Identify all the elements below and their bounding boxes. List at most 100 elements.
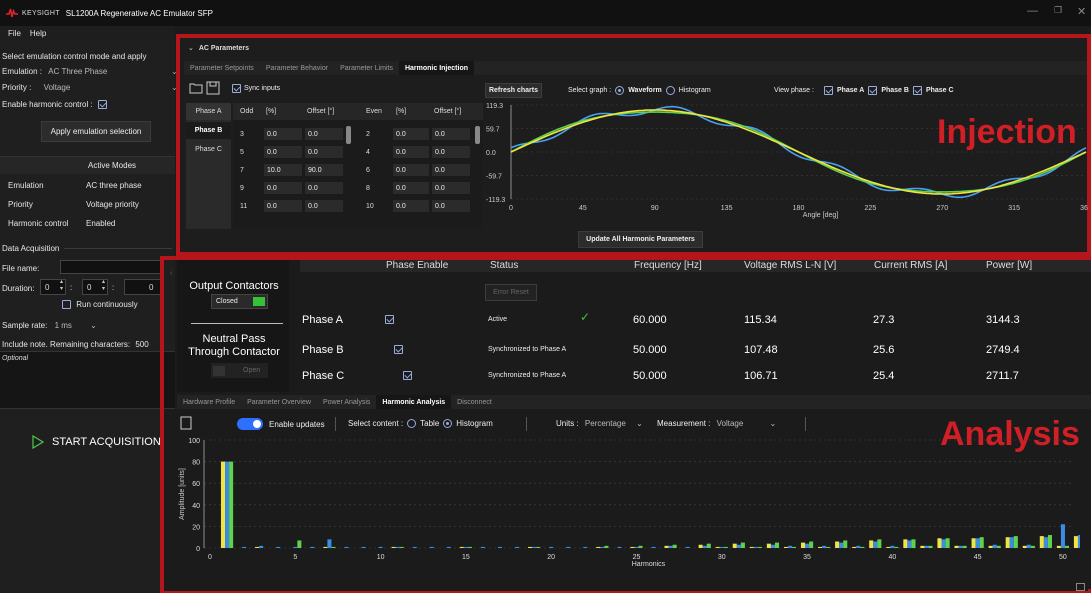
phase-a-bar — [1073, 536, 1078, 548]
select-graph-row: Select graph : Waveform Histogram — [568, 86, 711, 95]
save-icon[interactable] — [206, 81, 220, 95]
phase-c-bar — [826, 546, 831, 548]
phase-c-bar — [877, 539, 882, 548]
phase-b-checkbox[interactable] — [868, 86, 878, 95]
even-pct-input[interactable]: 0.0 — [393, 146, 429, 158]
phase-b-bar — [327, 539, 332, 548]
even-harmonic-order: 10 — [366, 202, 374, 210]
stepper-icon[interactable]: ▴ ▾ — [60, 279, 63, 293]
stepper-icon[interactable]: ▴ ▾ — [102, 279, 105, 293]
refresh-charts-button[interactable]: Refresh charts — [485, 83, 542, 98]
phase-a-bar — [852, 546, 857, 548]
tab-hardware-profile[interactable]: Hardware Profile — [177, 395, 241, 409]
phase-tab-c[interactable]: Phase C — [186, 141, 231, 158]
duration-label: Duration: — [2, 284, 35, 293]
phase-c-bar — [792, 546, 797, 548]
file-name-input[interactable] — [60, 260, 161, 274]
save-icon[interactable] — [180, 416, 192, 430]
tab-parameter-overview[interactable]: Parameter Overview — [241, 395, 317, 409]
phase-c-bar — [331, 546, 336, 548]
tab-parameter-limits[interactable]: Parameter Limits — [334, 61, 399, 75]
phase-a-bar — [528, 546, 533, 548]
close-icon[interactable]: ✕ — [1077, 5, 1086, 18]
sync-inputs-checkbox[interactable] — [232, 84, 241, 93]
x-tick-label: 90 — [651, 205, 659, 212]
chevron-down-icon[interactable]: ⌄ — [770, 419, 777, 428]
even-pct-input[interactable]: 0.0 — [393, 164, 429, 176]
folder-icon[interactable] — [189, 81, 203, 95]
phase-tab-b[interactable]: Phase B — [186, 122, 231, 139]
tab-power-analysis[interactable]: Power Analysis — [317, 395, 376, 409]
odd-offset-input[interactable]: 0.0 — [305, 200, 343, 212]
histogram-radio[interactable] — [443, 419, 453, 428]
sample-rate-row: Sample rate: 1 ms ⌄ — [2, 321, 97, 330]
even-offset-input[interactable]: 0.0 — [432, 164, 470, 176]
menu-file[interactable]: File — [8, 29, 21, 38]
tab-harmonic-injection[interactable]: Harmonic Injection — [398, 61, 474, 75]
duration-seconds-input[interactable]: 0 — [124, 279, 162, 295]
table-radio[interactable] — [407, 419, 417, 428]
odd-offset-input[interactable]: 90.0 — [305, 164, 343, 176]
phase-a-bar — [869, 540, 874, 548]
emulation-select[interactable]: AC Three Phase — [48, 67, 107, 76]
sample-rate-select[interactable]: 1 ms — [55, 321, 72, 330]
even-pct-input[interactable]: 0.0 — [393, 182, 429, 194]
even-offset-input[interactable]: 0.0 — [432, 200, 470, 212]
priority-select[interactable]: Voltage — [44, 83, 71, 92]
phase-b-bar — [1043, 537, 1048, 548]
chevron-down-icon[interactable]: ⌄ — [90, 321, 97, 330]
tab-disconnect[interactable]: Disconnect — [451, 395, 498, 409]
apply-emulation-button[interactable]: Apply emulation selection — [41, 121, 151, 142]
even-pct-input[interactable]: 0.0 — [393, 200, 429, 212]
phase-c-label: Phase C — [925, 87, 954, 94]
odd-header: Odd — [240, 108, 254, 115]
phase-tab-a[interactable]: Phase A — [186, 103, 231, 120]
odd-pct-input[interactable]: 0.0 — [264, 128, 302, 140]
tab-parameter-behavior[interactable]: Parameter Behavior — [260, 61, 334, 75]
odd-pct-input[interactable]: 0.0 — [264, 182, 302, 194]
resize-grip-icon[interactable] — [1076, 583, 1085, 591]
run-continuously-checkbox[interactable] — [62, 300, 71, 310]
chevron-down-icon[interactable]: ⌄ — [636, 419, 643, 428]
phase-c-checkbox[interactable] — [912, 86, 922, 95]
select-graph-label: Select graph : — [568, 87, 612, 94]
even-offset-input[interactable]: 0.0 — [432, 128, 470, 140]
maximize-icon[interactable]: ❐ — [1054, 5, 1062, 16]
odd-pct-input[interactable]: 0.0 — [264, 146, 302, 158]
minimize-icon[interactable]: — — [1027, 5, 1038, 17]
ac-params-section[interactable]: ⌄ AC Parameters — [188, 44, 249, 52]
y-tick-label: 0 — [196, 546, 200, 553]
phase-a-bar — [1039, 536, 1044, 548]
phase-b-bar — [259, 545, 264, 548]
odd-offset-input[interactable]: 0.0 — [305, 146, 343, 158]
mode-value: Enabled — [86, 219, 116, 228]
phase-b-bar — [344, 546, 349, 548]
start-acquisition-button[interactable]: START ACQUISITION — [32, 435, 161, 449]
note-textarea[interactable]: Optional — [0, 351, 175, 409]
units-select[interactable]: Percentage — [585, 419, 626, 428]
even-pct-input[interactable]: 0.0 — [393, 128, 429, 140]
enable-harmonic-checkbox[interactable] — [97, 100, 107, 110]
tab-harmonic-analysis[interactable]: Harmonic Analysis — [376, 395, 452, 409]
odd-scrollbar[interactable] — [346, 126, 351, 144]
odd-pct-input[interactable]: 10.0 — [264, 164, 302, 176]
odd-pct-input[interactable]: 0.0 — [264, 200, 302, 212]
phase-b-bar — [1060, 524, 1065, 548]
enable-updates-toggle[interactable] — [237, 418, 263, 430]
even-offset-input[interactable]: 0.0 — [432, 146, 470, 158]
phase-c-bar — [1030, 545, 1035, 548]
update-all-harmonics-button[interactable]: Update All Harmonic Parameters — [578, 231, 703, 248]
mode-value: Voltage priority — [86, 200, 139, 209]
odd-offset-input[interactable]: 0.0 — [305, 182, 343, 194]
waveform-radio[interactable] — [615, 86, 625, 95]
phase-a-checkbox[interactable] — [823, 86, 833, 95]
measurement-select[interactable]: Voltage — [717, 419, 744, 428]
histogram-radio[interactable] — [665, 86, 675, 95]
units-row: Units : Percentage ⌄ Measurement : Volta… — [556, 419, 776, 428]
duration-minutes-value: 0 — [87, 282, 92, 292]
tab-parameter-setpoints[interactable]: Parameter Setpoints — [184, 61, 260, 75]
even-offset-input[interactable]: 0.0 — [432, 182, 470, 194]
even-scrollbar[interactable] — [475, 126, 480, 144]
odd-offset-input[interactable]: 0.0 — [305, 128, 343, 140]
menu-help[interactable]: Help — [30, 29, 46, 38]
